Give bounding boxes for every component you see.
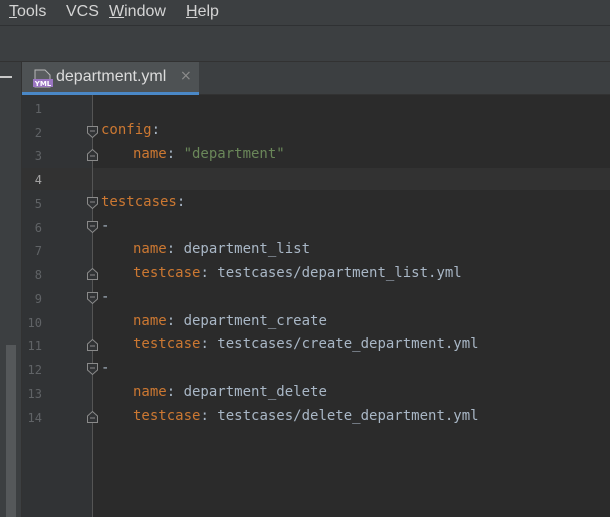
line-number: 10: [27, 316, 42, 330]
fold-start-icon[interactable]: [86, 125, 99, 139]
fold-end-icon[interactable]: [86, 338, 99, 352]
fold-end-icon[interactable]: [86, 410, 99, 424]
svg-text:YML: YML: [34, 80, 52, 88]
fold-start-icon[interactable]: [86, 220, 99, 234]
code-line[interactable]: config:: [101, 122, 160, 138]
line-number: 9: [34, 292, 42, 306]
line-number: 2: [34, 126, 42, 140]
line-number: 13: [27, 387, 42, 401]
menu-help[interactable]: Help: [186, 3, 219, 21]
toolbar: [0, 26, 610, 62]
fold-start-icon[interactable]: [86, 196, 99, 210]
caret-row-highlight: [22, 168, 610, 190]
collapse-icon[interactable]: [0, 76, 12, 78]
code-line[interactable]: testcase: testcases/delete_department.ym…: [133, 408, 479, 424]
line-number: 5: [34, 197, 42, 211]
menu-bar: Tools VCS Window Help: [0, 0, 610, 26]
tab-close-icon[interactable]: ×: [180, 68, 192, 84]
line-number: 8: [34, 268, 42, 282]
fold-end-icon[interactable]: [86, 148, 99, 162]
menu-window[interactable]: Window: [109, 3, 166, 21]
line-number: 3: [34, 149, 42, 163]
menu-vcs[interactable]: VCS: [66, 3, 99, 21]
line-number: 4: [34, 173, 42, 187]
yml-file-icon: YML: [33, 69, 53, 88]
tab-label: department.yml: [56, 68, 167, 85]
line-number: 12: [27, 363, 42, 377]
menu-tools[interactable]: Tools: [9, 3, 46, 21]
fold-start-icon[interactable]: [86, 362, 99, 376]
line-number: 1: [34, 102, 42, 116]
code-line[interactable]: testcase: testcases/department_list.yml: [133, 265, 462, 281]
code-line[interactable]: name: "department": [133, 146, 285, 162]
code-line[interactable]: name: department_create: [133, 313, 327, 329]
line-number: 7: [34, 244, 42, 258]
code-line[interactable]: testcase: testcases/create_department.ym…: [133, 336, 479, 352]
line-number: 14: [27, 411, 42, 425]
fold-end-icon[interactable]: [86, 267, 99, 281]
code-line[interactable]: testcases:: [101, 194, 185, 210]
code-line[interactable]: name: department_delete: [133, 384, 327, 400]
code-line[interactable]: -: [101, 360, 109, 376]
code-line[interactable]: -: [101, 289, 109, 305]
code-line[interactable]: -: [101, 218, 109, 234]
tab-department-yml[interactable]: YML department.yml ×: [22, 62, 199, 95]
side-scrollbar[interactable]: [6, 345, 16, 517]
line-number: 11: [27, 339, 42, 353]
fold-start-icon[interactable]: [86, 291, 99, 305]
code-line[interactable]: name: department_list: [133, 241, 310, 257]
line-number: 6: [34, 221, 42, 235]
